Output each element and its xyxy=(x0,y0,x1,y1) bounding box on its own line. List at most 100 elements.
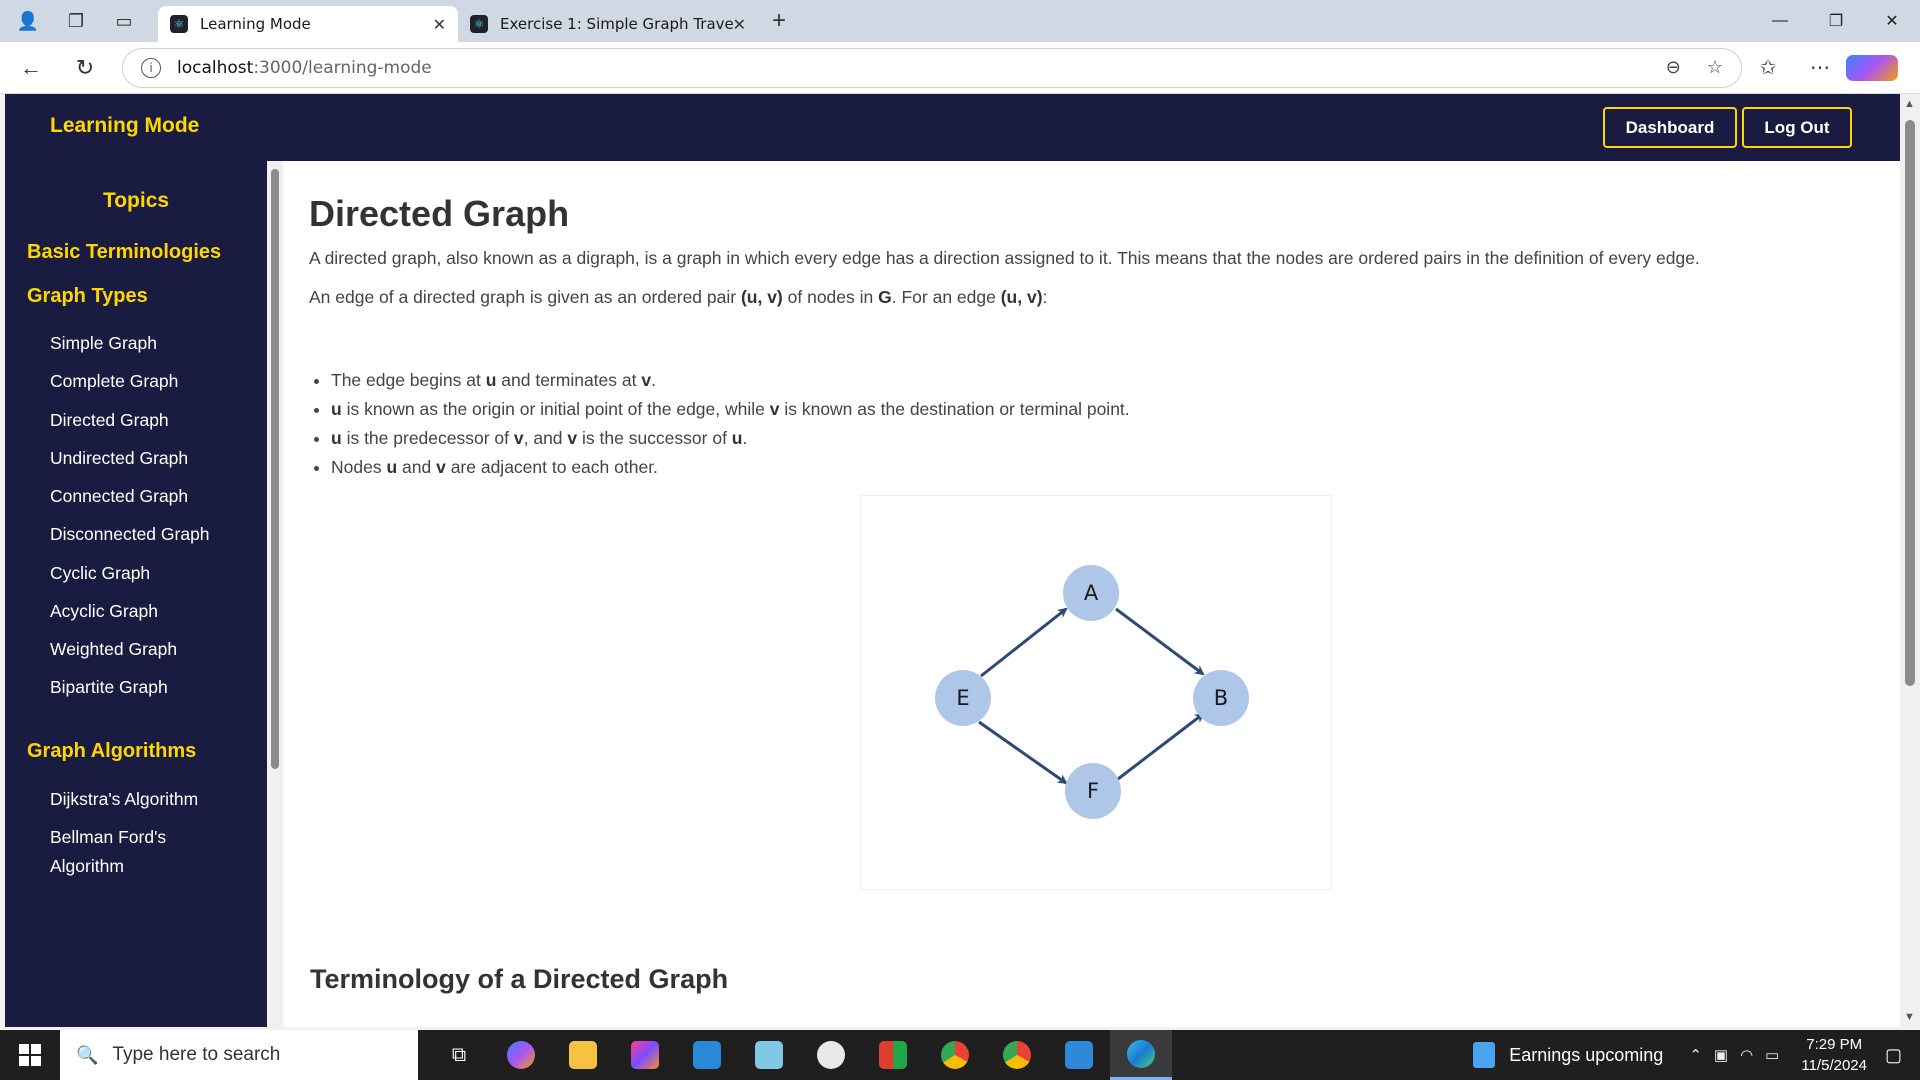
news-text: Earnings upcoming xyxy=(1509,1044,1664,1065)
node-label-b: B xyxy=(1214,686,1228,710)
scroll-down-icon[interactable]: ▼ xyxy=(1904,1011,1915,1023)
taskbar-search[interactable]: 🔍 Type here to search xyxy=(60,1030,418,1080)
edge-properties-list: The edge begins at u and terminates at v… xyxy=(331,366,1130,482)
sidebar-item-acyclic-graph[interactable]: Acyclic Graph xyxy=(50,597,250,626)
sidebar-item-simple-graph[interactable]: Simple Graph xyxy=(50,329,250,358)
page-title: Directed Graph xyxy=(309,193,570,234)
node-label-a: A xyxy=(1084,581,1099,605)
back-icon[interactable]: ← xyxy=(8,48,54,88)
edge-e-f xyxy=(978,720,1068,785)
section-graph-algorithms[interactable]: Graph Algorithms xyxy=(27,740,196,763)
topics-heading: Topics xyxy=(102,189,170,212)
url-field[interactable]: i localhost:3000/learning-mode ⊖ ☆ xyxy=(122,47,1742,88)
paint-icon[interactable] xyxy=(800,1030,862,1080)
close-window-icon[interactable]: ✕ xyxy=(1864,0,1920,42)
section-heading-terminology: Terminology of a Directed Graph xyxy=(310,964,729,994)
vscode-icon[interactable] xyxy=(1048,1030,1110,1080)
search-placeholder: Type here to search xyxy=(112,1044,281,1065)
app-header: Learning Mode Dashboard Log Out xyxy=(5,94,1900,161)
sidebar-item-bellman-ford[interactable]: Bellman Ford's Algorithm xyxy=(50,823,200,881)
jetbrains-icon[interactable] xyxy=(614,1030,676,1080)
news-widget[interactable]: Earnings upcoming xyxy=(1473,1042,1663,1068)
list-item: The edge begins at u and terminates at v… xyxy=(331,366,1130,395)
sidebar-item-connected-graph[interactable]: Connected Graph xyxy=(50,482,250,511)
copilot-icon[interactable] xyxy=(1846,54,1898,81)
device-icon[interactable]: ▣ xyxy=(1714,1046,1728,1064)
notifications-icon[interactable]: ▢ xyxy=(1885,1045,1902,1066)
sidebar-item-undirected-graph[interactable]: Undirected Graph xyxy=(50,444,250,473)
profile-icon[interactable]: 👤 xyxy=(10,3,46,39)
wifi-icon[interactable]: ◠ xyxy=(1740,1046,1753,1064)
edge-f-b xyxy=(1117,712,1205,781)
dashboard-button[interactable]: Dashboard xyxy=(1603,107,1737,148)
node-label-e: E xyxy=(956,686,969,710)
notepad-icon[interactable] xyxy=(738,1030,800,1080)
favorites-icon[interactable]: ✩ xyxy=(1742,55,1794,80)
close-tab-icon[interactable]: ✕ xyxy=(433,15,446,34)
favorite-star-icon[interactable]: ☆ xyxy=(1707,57,1723,78)
copilot-app-icon[interactable] xyxy=(490,1030,552,1080)
clock-time: 7:29 PM xyxy=(1806,1036,1863,1053)
tab-actions-icon[interactable]: ▭ xyxy=(106,3,142,39)
page-scrollbar[interactable]: ▲ ▼ xyxy=(1900,94,1920,1027)
office-icon[interactable] xyxy=(862,1030,924,1080)
sidebar-item-weighted-graph[interactable]: Weighted Graph xyxy=(50,635,250,664)
system-tray: Earnings upcoming ⌃ ▣ ◠ ▭ 7:29 PM 11/5/2… xyxy=(1473,1030,1920,1080)
brand-title: Learning Mode xyxy=(50,114,200,137)
node-label-f: F xyxy=(1087,779,1099,803)
sidebar-item-bipartite-graph[interactable]: Bipartite Graph xyxy=(50,673,250,702)
start-button[interactable] xyxy=(0,1030,60,1080)
taskbar-apps: ⧉ xyxy=(428,1030,1172,1080)
url-host: localhost xyxy=(177,57,254,78)
address-bar: ← ↻ i localhost:3000/learning-mode ⊖ ☆ ✩… xyxy=(0,42,1920,94)
window-controls: — ❐ ✕ xyxy=(1752,0,1920,42)
file-explorer-icon[interactable] xyxy=(552,1030,614,1080)
close-tab-icon[interactable]: ✕ xyxy=(733,15,746,34)
sidebar-item-directed-graph[interactable]: Directed Graph xyxy=(50,406,250,435)
sidebar-scroll-thumb[interactable] xyxy=(271,169,279,769)
site-info-icon[interactable]: i xyxy=(141,57,161,78)
chevron-up-icon[interactable]: ⌃ xyxy=(1689,1046,1702,1064)
sidebar-item-dijkstra[interactable]: Dijkstra's Algorithm xyxy=(50,785,250,814)
minimize-icon[interactable]: — xyxy=(1752,0,1808,42)
react-favicon-icon: ⚛ xyxy=(470,15,488,33)
sidebar-item-cyclic-graph[interactable]: Cyclic Graph xyxy=(50,559,250,588)
store-icon[interactable] xyxy=(676,1030,738,1080)
more-menu-icon[interactable]: ⋯ xyxy=(1794,55,1846,80)
react-favicon-icon: ⚛ xyxy=(170,15,188,33)
topics-sidebar: Topics Basic Terminologies Graph Types S… xyxy=(5,161,267,1027)
task-view-icon[interactable]: ⧉ xyxy=(428,1030,490,1080)
section-graph-types[interactable]: Graph Types xyxy=(27,285,148,308)
search-icon: 🔍 xyxy=(76,1044,99,1065)
page-scroll-thumb[interactable] xyxy=(1905,120,1915,686)
list-item: u is known as the origin or initial poin… xyxy=(331,395,1130,424)
chrome-profile-icon[interactable] xyxy=(986,1030,1048,1080)
new-tab-icon[interactable]: + xyxy=(772,7,786,35)
edge-icon[interactable] xyxy=(1110,1030,1172,1080)
edge-definition-paragraph: An edge of a directed graph is given as … xyxy=(309,287,1048,307)
list-item: Nodes u and v are adjacent to each other… xyxy=(331,453,1130,482)
collections-icon[interactable]: ❐ xyxy=(58,3,94,39)
restore-icon[interactable]: ❐ xyxy=(1808,0,1864,42)
chrome-icon[interactable] xyxy=(924,1030,986,1080)
intro-paragraph: A directed graph, also known as a digrap… xyxy=(309,248,1700,268)
browser-tab-bar: 👤 ❐ ▭ ⚛ Learning Mode ✕ ⚛ Exercise 1: Si… xyxy=(0,0,1920,42)
reload-icon[interactable]: ↻ xyxy=(62,48,108,88)
main-content: Directed Graph A directed graph, also kn… xyxy=(283,161,1883,1027)
windows-taskbar: 🔍 Type here to search ⧉ Earnings upcomin… xyxy=(0,1030,1920,1080)
tab-title: Learning Mode xyxy=(200,15,311,33)
scroll-up-icon[interactable]: ▲ xyxy=(1904,98,1915,110)
section-basic-terminologies[interactable]: Basic Terminologies xyxy=(27,241,221,264)
page: Learning Mode Dashboard Log Out Topics B… xyxy=(5,94,1900,1027)
clock[interactable]: 7:29 PM 11/5/2024 xyxy=(1801,1034,1867,1076)
tab-exercise[interactable]: ⚛ Exercise 1: Simple Graph Traversal ✕ xyxy=(458,6,758,42)
battery-icon[interactable]: ▭ xyxy=(1765,1046,1779,1064)
graph-svg: A B E F xyxy=(935,565,1249,819)
sidebar-scrollbar[interactable] xyxy=(267,161,283,1027)
tab-learning-mode[interactable]: ⚛ Learning Mode ✕ xyxy=(158,6,458,42)
edge-e-a xyxy=(980,607,1068,678)
sidebar-item-disconnected-graph[interactable]: Disconnected Graph xyxy=(50,520,250,549)
logout-button[interactable]: Log Out xyxy=(1742,107,1852,148)
zoom-icon[interactable]: ⊖ xyxy=(1666,57,1681,78)
sidebar-item-complete-graph[interactable]: Complete Graph xyxy=(50,367,250,396)
